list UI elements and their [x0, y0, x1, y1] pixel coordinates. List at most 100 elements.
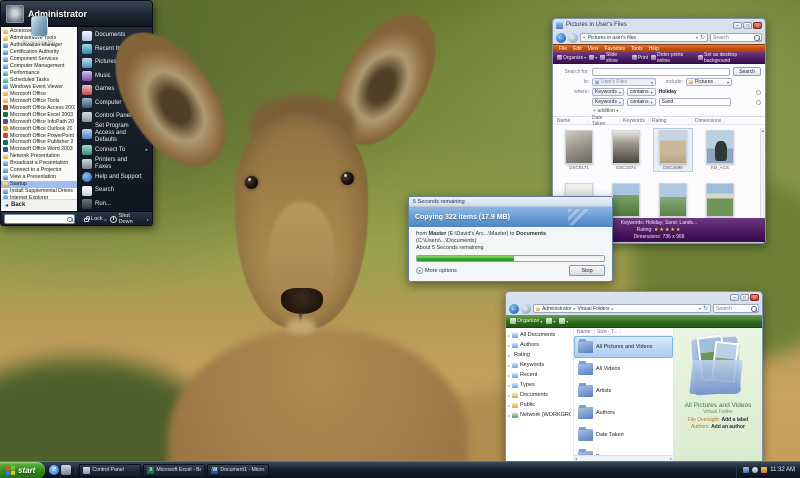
expand-icon[interactable]: ▸ [508, 363, 510, 368]
more-options-button[interactable]: ▾ More options [416, 267, 457, 274]
back-button[interactable]: ← [509, 303, 519, 314]
back-button[interactable]: ← [556, 32, 566, 43]
toolbar-button[interactable]: Slide show [600, 52, 628, 64]
column-header[interactable]: Dimensions [695, 117, 726, 124]
maximize-button[interactable]: □ [740, 293, 749, 301]
photo-thumbnail[interactable]: DSC1074 [606, 128, 646, 172]
list-item[interactable]: All Pictures and Videos [574, 336, 673, 358]
maximize-button[interactable]: □ [743, 21, 752, 29]
column-header[interactable]: Rating [652, 117, 692, 124]
vertical-scrollbar[interactable]: ▲ [760, 128, 765, 218]
list-item[interactable]: Authors [574, 402, 673, 424]
search-for-input[interactable] [592, 67, 731, 76]
include-combo[interactable]: Pictures ▾ [686, 78, 732, 86]
add-criterion-link[interactable]: + addition ▾ [593, 108, 761, 114]
stop-button[interactable]: Stop [569, 265, 605, 276]
task-button[interactable]: Control Panel [79, 463, 142, 477]
expand-icon[interactable]: ▸ [508, 403, 510, 408]
tree-item[interactable]: ▸ Authors [506, 340, 573, 350]
menu-item[interactable]: File [559, 46, 567, 52]
add-author-link[interactable]: Add an author [711, 424, 745, 430]
photo-thumbnail[interactable] [700, 181, 740, 219]
expand-icon[interactable]: ▸ [508, 393, 510, 398]
forward-button[interactable]: → [521, 303, 531, 314]
refresh-icon[interactable]: ↻ [700, 34, 705, 41]
toolbar-button[interactable]: Print [631, 55, 648, 61]
column-header[interactable]: Date Taken [592, 114, 620, 127]
column-header[interactable]: Keywords [623, 117, 649, 124]
minimize-button[interactable]: – [733, 21, 742, 29]
criterion-op-combo[interactable]: contains ▾ [626, 98, 656, 106]
security-tray-icon[interactable] [761, 467, 768, 473]
tree-item[interactable]: ▸ Network (WORKGROUP) [506, 410, 573, 420]
list-item[interactable]: Artists [574, 380, 673, 402]
photo-thumbnail[interactable] [653, 181, 693, 219]
column-header[interactable]: Name [577, 328, 595, 335]
list-item[interactable]: Date Taken [574, 424, 673, 446]
expand-icon[interactable]: ▸ [508, 413, 510, 418]
column-header[interactable]: Size [597, 328, 609, 335]
photo-thumbnail[interactable]: KB_ACS [700, 128, 740, 172]
address-dropdown-icon[interactable]: ▾ [699, 306, 701, 311]
tree-item[interactable]: ▸ Rating [506, 350, 573, 360]
layout-button[interactable]: ▾ [559, 318, 568, 324]
expand-icon[interactable]: ▸ [508, 343, 510, 348]
search-input[interactable] [713, 34, 752, 41]
tree-item[interactable]: ▸ Types [506, 380, 573, 390]
menu-item[interactable]: Edit [573, 46, 582, 52]
expand-icon[interactable]: ▸ [508, 333, 510, 338]
ie-quicklaunch-icon[interactable]: e [49, 465, 60, 475]
criterion-remove-radio[interactable] [756, 99, 761, 105]
refresh-icon[interactable]: ↻ [703, 305, 708, 312]
copy-dialog-titlebar[interactable]: 5 Seconds remaining [409, 197, 612, 207]
expand-icon[interactable]: ▸ [508, 373, 510, 378]
tree-item[interactable]: ▸ Keywords [506, 360, 573, 370]
toolbar-button[interactable]: Order prints online [651, 52, 695, 64]
in-combo[interactable]: User's Files ▾ [592, 78, 656, 86]
address-dropdown-icon[interactable]: ▾ [696, 35, 698, 40]
forward-button[interactable]: → [568, 32, 578, 43]
menu-item[interactable]: Tools [631, 46, 643, 52]
recycle-bin-shortcut[interactable]: Recycle Bin [10, 16, 68, 46]
column-header[interactable]: Name [557, 117, 589, 124]
criterion-value-input[interactable] [658, 98, 731, 106]
organize-button[interactable]: Organize ▾ [557, 55, 586, 61]
column-header[interactable]: T... [611, 328, 621, 335]
vf-titlebar[interactable]: – □ × [506, 292, 762, 302]
criterion-remove-radio[interactable] [756, 89, 761, 95]
tree-item[interactable]: ▸ Recent [506, 370, 573, 380]
window-search[interactable] [710, 33, 762, 42]
views-button[interactable]: ▾ [546, 318, 555, 324]
views-button[interactable]: ▾ [589, 55, 597, 60]
photo-thumbnail[interactable]: DSC0171 [559, 128, 599, 172]
start-button[interactable]: start [0, 461, 46, 478]
address-bar[interactable]: Administrator ▸ Virtual Folders ▸ ▾ ↻ [533, 304, 711, 313]
toolbar-button[interactable]: Set as desktop background [698, 52, 761, 64]
volume-tray-icon[interactable] [752, 467, 759, 473]
show-desktop-icon[interactable] [61, 465, 72, 475]
list-item[interactable]: All Videos [574, 358, 673, 380]
task-button[interactable]: W Document1 - Micro... [207, 463, 270, 477]
criterion-op-combo[interactable]: contains ▾ [626, 88, 656, 96]
minimize-button[interactable]: – [730, 293, 739, 301]
rating-stars[interactable]: ★★★★★ [654, 227, 681, 233]
criterion-field-combo[interactable]: Keywords ▾ [592, 88, 624, 96]
close-button[interactable]: × [750, 293, 759, 301]
organize-button[interactable]: Organize ▾ [510, 318, 542, 324]
search-input[interactable] [716, 305, 749, 312]
tree-item[interactable]: ▸ Public [506, 400, 573, 410]
window-search[interactable] [713, 304, 759, 313]
pictures-titlebar[interactable]: Pictures in User's Files – □ × [553, 19, 765, 31]
menu-item[interactable]: View [588, 46, 599, 52]
tree-item[interactable]: ▸ All Documents [506, 330, 573, 340]
photo-thumbnail[interactable]: DSC4696 [653, 128, 693, 172]
tree-item[interactable]: ▸ Documents [506, 390, 573, 400]
search-go-button[interactable]: Search [733, 67, 761, 76]
close-button[interactable]: × [753, 21, 762, 29]
address-bar[interactable]: « Pictures in user's files ▾ ↻ [580, 33, 708, 42]
criterion-field-combo[interactable]: Keywords ▾ [592, 98, 624, 106]
task-button[interactable]: X Microsoft Excel - Bo... [143, 463, 206, 477]
network-tray-icon[interactable] [743, 467, 750, 473]
taskbar-clock[interactable]: 11:32 AM [770, 467, 795, 473]
expand-icon[interactable]: ▸ [508, 383, 510, 388]
